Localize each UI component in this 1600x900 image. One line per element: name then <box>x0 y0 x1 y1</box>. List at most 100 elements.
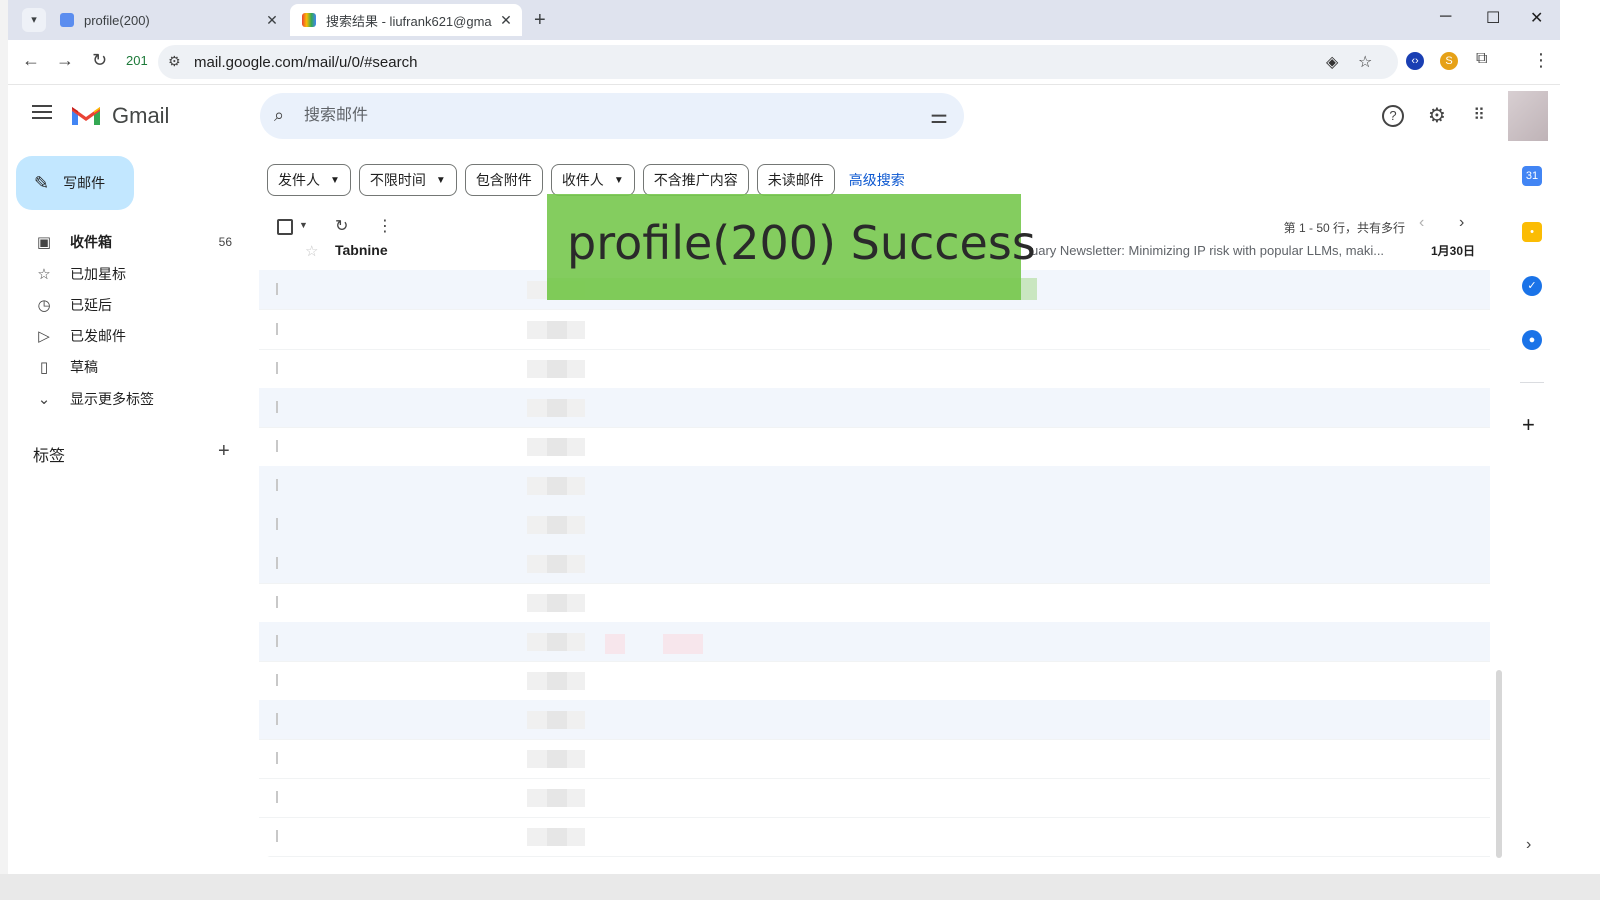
expand-panel-icon[interactable]: › <box>1526 836 1531 854</box>
table-row[interactable] <box>259 661 1490 701</box>
sidebar-item-inbox[interactable]: ▣ 收件箱 56 <box>8 226 248 258</box>
forward-icon[interactable]: → <box>56 50 74 71</box>
table-row[interactable] <box>259 544 1490 584</box>
add-label-icon[interactable]: + <box>218 440 230 463</box>
gmail-wordmark[interactable]: Gmail <box>112 103 169 129</box>
star-toggle-icon[interactable]: ☆ <box>305 242 318 260</box>
row-checkbox[interactable] <box>276 518 287 530</box>
sidebar-item-drafts[interactable]: ▯ 草稿 <box>8 351 248 383</box>
add-addon-icon[interactable]: + <box>1522 412 1535 438</box>
redacted-cell <box>605 634 625 654</box>
close-tab-icon[interactable]: ✕ <box>496 12 516 29</box>
row-checkbox[interactable] <box>276 791 287 803</box>
calendar-icon[interactable]: 31 <box>1522 166 1542 186</box>
filter-exclude-promotions[interactable]: 不含推广内容 <box>642 164 749 196</box>
account-avatar[interactable] <box>1508 91 1548 141</box>
dropdown-caret-icon: ▼ <box>330 174 340 186</box>
filter-time[interactable]: 不限时间 ▼ <box>358 164 457 196</box>
redacted-cell <box>547 321 567 339</box>
pagination-text: 第 1 - 50 行，共有多行 <box>1283 221 1405 235</box>
table-row[interactable] <box>259 310 1490 350</box>
new-tab-icon[interactable]: + <box>534 8 546 32</box>
table-row[interactable] <box>259 427 1490 467</box>
table-row[interactable] <box>259 349 1490 389</box>
redacted-cell <box>547 399 567 417</box>
more-actions-icon[interactable]: ⋮ <box>377 216 393 236</box>
select-menu-caret-icon[interactable]: ▼ <box>299 220 308 230</box>
back-icon[interactable]: ← <box>22 50 40 71</box>
extensions-puzzle-icon[interactable]: ⧉ <box>1476 50 1487 68</box>
close-window-icon[interactable]: ✕ <box>1530 8 1543 28</box>
browser-tab-gmail[interactable]: 搜索结果 - liufrank621@gma ✕ <box>290 4 522 36</box>
maximize-icon[interactable]: ☐ <box>1486 8 1500 28</box>
row-checkbox[interactable] <box>276 440 287 452</box>
sidebar-item-more[interactable]: ⌄ 显示更多标签 <box>8 383 248 415</box>
redacted-cell <box>547 633 567 651</box>
apps-grid-icon[interactable]: ⠿ <box>1468 105 1490 127</box>
row-checkbox[interactable] <box>276 674 287 686</box>
tasks-icon[interactable]: ✓ <box>1522 276 1542 296</box>
refresh-icon[interactable]: ↻ <box>335 216 348 236</box>
reload-icon[interactable]: ↻ <box>92 50 107 71</box>
help-icon[interactable]: ? <box>1382 105 1404 127</box>
select-all-checkbox[interactable] <box>277 219 293 235</box>
table-row[interactable] <box>259 583 1490 623</box>
table-row[interactable] <box>259 388 1490 428</box>
keep-icon[interactable]: • <box>1522 222 1542 242</box>
inbox-icon: ▣ <box>36 234 52 251</box>
prev-page-icon[interactable]: ‹ <box>1419 214 1424 232</box>
next-page-icon[interactable]: › <box>1459 214 1464 232</box>
settings-gear-icon[interactable]: ⚙ <box>1426 105 1448 127</box>
row-checkbox[interactable] <box>276 283 287 295</box>
filter-unread[interactable]: 未读邮件 <box>756 164 835 196</box>
address-bar[interactable]: ⚙ mail.google.com/mail/u/0/#search ◈ ☆ <box>158 45 1398 79</box>
table-row[interactable] <box>259 700 1490 740</box>
filter-from[interactable]: 发件人 ▼ <box>267 164 351 196</box>
row-checkbox[interactable] <box>276 557 287 569</box>
extension-s-icon[interactable]: S <box>1440 52 1458 70</box>
advanced-search-link[interactable]: 高级搜索 <box>849 170 905 190</box>
list-scrollbar[interactable] <box>1496 670 1502 858</box>
sidebar-item-sent[interactable]: ▷ 已发邮件 <box>8 320 248 352</box>
row-checkbox[interactable] <box>276 323 287 335</box>
table-row[interactable] <box>259 466 1490 506</box>
table-row[interactable] <box>259 505 1490 545</box>
table-row[interactable] <box>259 622 1490 662</box>
extension-code-icon[interactable]: ‹› <box>1406 52 1424 70</box>
send-icon: ▷ <box>38 328 50 345</box>
search-options-icon[interactable]: ⚌ <box>930 104 948 129</box>
search-bar[interactable]: ⌕ ⚌ <box>260 93 964 139</box>
filter-to[interactable]: 收件人 ▼ <box>550 164 635 196</box>
close-tab-icon[interactable]: ✕ <box>262 12 282 29</box>
chrome-menu-icon[interactable]: ⋮ <box>1532 50 1550 71</box>
filter-has-attachment[interactable]: 包含附件 <box>464 164 543 196</box>
sidebar-item-starred[interactable]: ☆ 已加星标 <box>8 258 248 290</box>
main-menu-icon[interactable] <box>32 105 52 123</box>
site-settings-icon[interactable]: ⚙ <box>168 53 181 70</box>
browser-tab-profile[interactable]: profile(200) ✕ <box>48 4 288 36</box>
url-text[interactable]: mail.google.com/mail/u/0/#search <box>194 54 417 71</box>
minimize-icon[interactable]: ─ <box>1440 8 1451 26</box>
row-checkbox[interactable] <box>276 752 287 764</box>
redacted-cell <box>547 750 567 768</box>
visibility-icon[interactable]: ◈ <box>1326 52 1338 72</box>
row-checkbox[interactable] <box>276 713 287 725</box>
table-row[interactable] <box>259 778 1490 818</box>
sidebar-item-label: 草稿 <box>70 359 98 375</box>
tab-search-chevron-icon[interactable]: ▾ <box>22 8 46 32</box>
table-row[interactable] <box>259 739 1490 779</box>
email-sender: Tabnine <box>335 242 388 258</box>
table-row[interactable] <box>259 817 1490 857</box>
bookmark-star-icon[interactable]: ☆ <box>1358 52 1372 72</box>
row-checkbox[interactable] <box>276 401 287 413</box>
row-checkbox[interactable] <box>276 362 287 374</box>
row-checkbox[interactable] <box>276 830 287 842</box>
search-icon[interactable]: ⌕ <box>274 105 284 126</box>
search-input[interactable] <box>302 103 906 129</box>
row-checkbox[interactable] <box>276 479 287 491</box>
compose-button[interactable]: ✎ 写邮件 <box>16 156 134 210</box>
sidebar-item-snoozed[interactable]: ◷ 已延后 <box>8 289 248 321</box>
row-checkbox[interactable] <box>276 596 287 608</box>
row-checkbox[interactable] <box>276 635 287 647</box>
contacts-icon[interactable]: ● <box>1522 330 1542 350</box>
